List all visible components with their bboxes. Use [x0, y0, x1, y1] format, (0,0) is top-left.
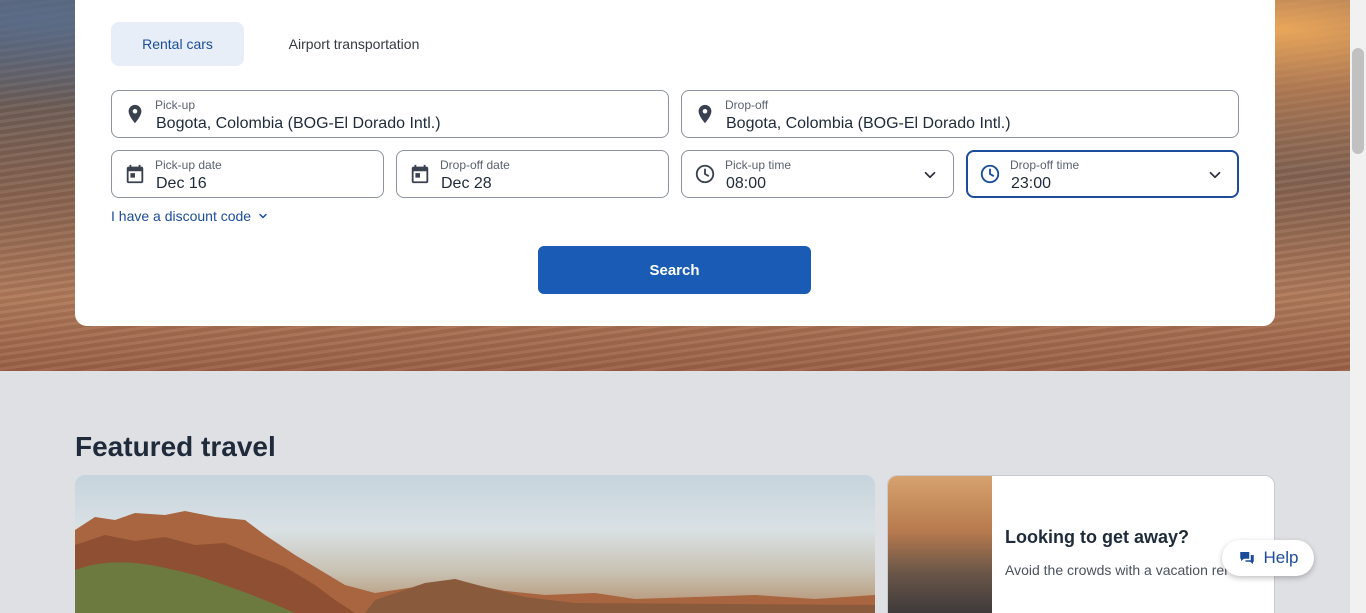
featured-main-card[interactable]	[75, 475, 875, 613]
side-card-title: Looking to get away?	[1005, 527, 1190, 547]
calendar-icon	[126, 164, 144, 184]
pickup-time-select[interactable]: Pick-up time 08:00	[681, 150, 954, 198]
desert-landscape-image	[75, 511, 875, 613]
dropoff-time-label: Drop-off time	[1010, 158, 1080, 172]
help-button[interactable]: Help	[1222, 540, 1314, 576]
chat-icon	[1239, 552, 1254, 564]
dropoff-date-value: Dec 28	[441, 175, 492, 192]
pickup-time-label: Pick-up time	[725, 158, 792, 172]
dropoff-location-field[interactable]: Drop-off Bogota, Colombia (BOG-El Dorado…	[681, 90, 1239, 138]
calendar-icon	[411, 164, 429, 184]
pickup-location-field[interactable]: Pick-up Bogota, Colombia (BOG-El Dorado …	[111, 90, 669, 138]
discount-code-label: I have a discount code	[111, 208, 252, 224]
tab-airport-transportation[interactable]: Airport transportation	[261, 22, 447, 66]
chevron-down-icon	[259, 213, 267, 219]
search-card: Rental cars Airport transportation Pick-…	[75, 0, 1275, 326]
pickup-value: Bogota, Colombia (BOG-El Dorado Intl.)	[156, 115, 441, 132]
dropoff-label: Drop-off	[725, 98, 769, 112]
help-label: Help	[1263, 548, 1299, 567]
page-scrollbar[interactable]	[1350, 0, 1366, 613]
pickup-date-field[interactable]: Pick-up date Dec 16	[111, 150, 384, 198]
vacation-rental-image	[888, 476, 992, 613]
pickup-date-label: Pick-up date	[155, 158, 222, 172]
pickup-label: Pick-up	[155, 98, 196, 112]
dropoff-date-label: Drop-off date	[440, 158, 510, 172]
tab-rental-cars[interactable]: Rental cars	[111, 22, 244, 66]
featured-side-card[interactable]: Looking to get away? Avoid the crowds wi…	[887, 475, 1275, 613]
map-pin-icon	[698, 104, 712, 124]
clock-icon	[980, 164, 1000, 184]
featured-travel-heading: Featured travel	[75, 431, 276, 462]
discount-code-link[interactable]: I have a discount code	[111, 208, 269, 224]
dropoff-time-value: 23:00	[1011, 175, 1052, 192]
side-card-text: Avoid the crowds with a vacation rei	[1005, 562, 1228, 578]
dropoff-time-select[interactable]: Drop-off time 23:00	[966, 150, 1239, 198]
chevron-down-icon	[1209, 171, 1221, 179]
dropoff-value: Bogota, Colombia (BOG-El Dorado Intl.)	[726, 115, 1011, 132]
dropoff-date-field[interactable]: Drop-off date Dec 28	[396, 150, 669, 198]
chevron-down-icon	[924, 171, 936, 179]
map-pin-icon	[128, 104, 142, 124]
search-button[interactable]: Search	[538, 246, 811, 294]
scrollbar-thumb[interactable]	[1352, 48, 1364, 154]
clock-icon	[695, 164, 715, 184]
pickup-date-value: Dec 16	[156, 175, 207, 192]
pickup-time-value: 08:00	[726, 175, 767, 192]
